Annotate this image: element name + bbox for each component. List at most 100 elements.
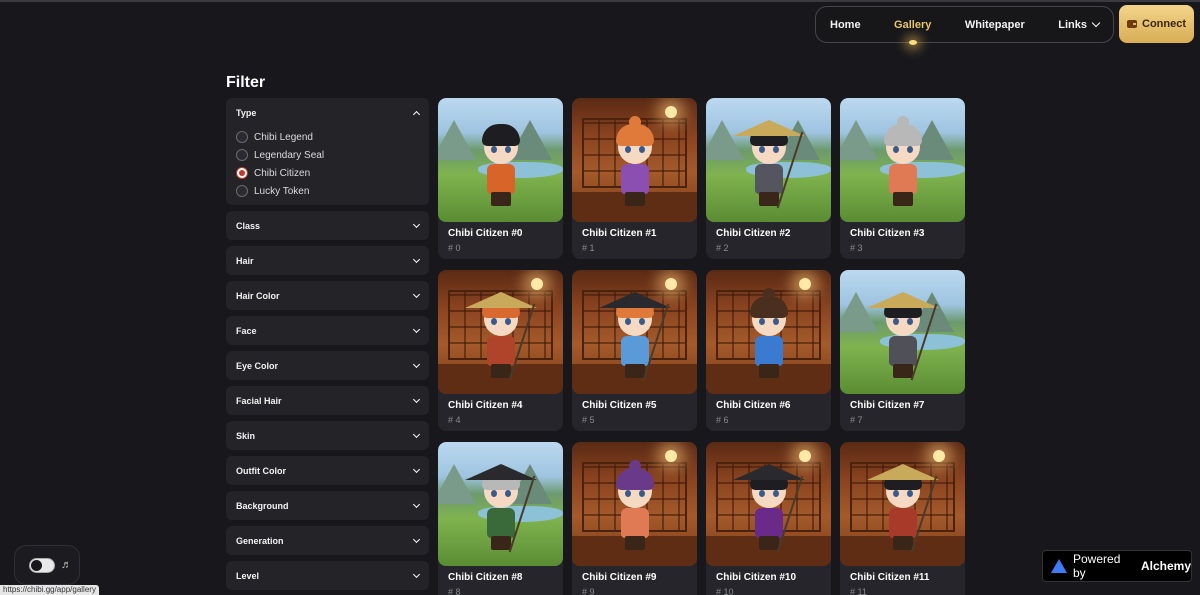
filter-section-header[interactable]: Eye Color bbox=[226, 351, 429, 380]
alchemy-brand: Alchemy bbox=[1140, 559, 1191, 573]
chevron-down-icon bbox=[412, 535, 421, 543]
powered-by-alchemy-badge[interactable]: Powered by Alchemy bbox=[1042, 550, 1192, 582]
card-number: # 7 bbox=[850, 415, 863, 425]
filter-panel: Class bbox=[226, 211, 429, 240]
nav-home[interactable]: Home bbox=[830, 19, 861, 31]
chevron-down-icon bbox=[412, 395, 421, 403]
card-title: Chibi Citizen #4 bbox=[448, 400, 523, 411]
filter-section-header[interactable]: Level bbox=[226, 561, 429, 590]
card-artwork bbox=[706, 442, 831, 566]
filter-section-label: Hair bbox=[236, 255, 254, 266]
chevron-down-icon bbox=[412, 570, 421, 578]
character-figure bbox=[613, 460, 657, 560]
filter-title: Filter bbox=[226, 74, 266, 91]
card-number: # 6 bbox=[716, 415, 729, 425]
filter-section-label: Eye Color bbox=[236, 360, 279, 371]
card-title: Chibi Citizen #10 bbox=[716, 572, 797, 583]
filter-panel: Face bbox=[226, 316, 429, 345]
card-title: Chibi Citizen #5 bbox=[582, 400, 657, 411]
card-title: Chibi Citizen #7 bbox=[850, 400, 925, 411]
gallery-card[interactable]: Chibi Citizen #7 # 7 bbox=[840, 270, 965, 431]
radio-icon[interactable] bbox=[236, 131, 248, 143]
card-number: # 11 bbox=[850, 587, 867, 595]
filter-type-header[interactable]: Type bbox=[226, 98, 429, 128]
gallery-card[interactable]: Chibi Citizen #9 # 9 bbox=[572, 442, 697, 595]
filter-section-label: Generation bbox=[236, 535, 284, 546]
gallery-card[interactable]: Chibi Citizen #5 # 5 bbox=[572, 270, 697, 431]
connect-button[interactable]: Connect bbox=[1119, 5, 1194, 43]
filter-section-label: Outfit Color bbox=[236, 465, 286, 476]
filter-section-header[interactable]: Facial Hair bbox=[226, 386, 429, 415]
nav-whitepaper-label: Whitepaper bbox=[964, 18, 1025, 31]
status-url: https://chibi.gg/app/gallery bbox=[0, 585, 99, 595]
type-option[interactable]: Lucky Token bbox=[226, 182, 429, 200]
chevron-down-icon bbox=[1091, 18, 1101, 28]
filter-panel: Eye Color bbox=[226, 351, 429, 380]
card-title: Chibi Citizen #9 bbox=[582, 572, 657, 583]
gallery-card[interactable]: Chibi Citizen #0 # 0 bbox=[438, 98, 563, 259]
filter-section-header[interactable]: Hair bbox=[226, 246, 429, 275]
character-figure bbox=[598, 292, 671, 388]
filter-type-panel: Type Chibi Legend Legendary Seal Chibi Cit… bbox=[226, 98, 429, 205]
gallery-card[interactable]: Chibi Citizen #11 # 11 bbox=[840, 442, 965, 595]
filter-section-label: Background bbox=[236, 500, 289, 511]
gallery-card[interactable]: Chibi Citizen #2 # 2 bbox=[706, 98, 831, 259]
card-artwork bbox=[438, 98, 563, 222]
type-option-label: Legendary Seal bbox=[254, 149, 325, 161]
alchemy-logo-icon bbox=[1051, 559, 1067, 573]
gallery-card[interactable]: Chibi Citizen #10 # 10 bbox=[706, 442, 831, 595]
type-options: Chibi Legend Legendary Seal Chibi Citizen L… bbox=[226, 128, 429, 200]
nav-whitepaper[interactable]: Whitepaper bbox=[965, 19, 1025, 31]
character-figure bbox=[866, 464, 939, 560]
filter-section-header[interactable]: Hair Color bbox=[226, 281, 429, 310]
nav-links[interactable]: Links bbox=[1058, 18, 1101, 31]
type-option[interactable]: Chibi Legend bbox=[226, 128, 429, 146]
character-figure bbox=[464, 464, 537, 560]
filter-section-header[interactable]: Skin bbox=[226, 421, 429, 450]
connect-label: Connect bbox=[1142, 18, 1186, 30]
filter-sections: Class Hair Hair Color Face Eye Color Facial H… bbox=[226, 211, 429, 590]
filter-panel: Skin bbox=[226, 421, 429, 450]
filter-panel: Outfit Color bbox=[226, 456, 429, 485]
filter-section-header[interactable]: Class bbox=[226, 211, 429, 240]
gallery-card[interactable]: Chibi Citizen #8 # 8 bbox=[438, 442, 563, 595]
type-option-label: Chibi Legend bbox=[254, 131, 313, 143]
filter-section-header[interactable]: Generation bbox=[226, 526, 429, 555]
card-artwork bbox=[706, 270, 831, 394]
nav-gallery[interactable]: Gallery bbox=[894, 19, 931, 31]
character-figure bbox=[747, 288, 791, 388]
filter-type-label: Type bbox=[236, 108, 257, 118]
card-artwork bbox=[572, 442, 697, 566]
character-figure bbox=[464, 292, 537, 388]
radio-icon[interactable] bbox=[236, 167, 248, 179]
radio-icon[interactable] bbox=[236, 149, 248, 161]
filter-section-label: Hair Color bbox=[236, 290, 280, 301]
card-number: # 8 bbox=[448, 587, 461, 595]
type-option[interactable]: Chibi Citizen bbox=[226, 164, 429, 182]
card-number: # 0 bbox=[448, 243, 461, 253]
gallery-card[interactable]: Chibi Citizen #6 # 6 bbox=[706, 270, 831, 431]
character-figure bbox=[479, 120, 523, 216]
radio-icon[interactable] bbox=[236, 185, 248, 197]
card-number: # 3 bbox=[850, 243, 863, 253]
chevron-down-icon bbox=[412, 255, 421, 263]
filter-section-header[interactable]: Outfit Color bbox=[226, 456, 429, 485]
gallery-card[interactable]: Chibi Citizen #1 # 1 bbox=[572, 98, 697, 259]
main-nav: Home Gallery Whitepaper Links bbox=[815, 6, 1114, 43]
top-border bbox=[0, 0, 1200, 2]
type-option[interactable]: Legendary Seal bbox=[226, 146, 429, 164]
chevron-down-icon bbox=[412, 465, 421, 473]
character-figure bbox=[732, 464, 805, 560]
card-number: # 1 bbox=[582, 243, 595, 253]
card-number: # 2 bbox=[716, 243, 729, 253]
filter-panel: Hair Color bbox=[226, 281, 429, 310]
filter-section-header[interactable]: Face bbox=[226, 316, 429, 345]
gallery-card[interactable]: Chibi Citizen #3 # 3 bbox=[840, 98, 965, 259]
character-figure bbox=[866, 292, 939, 388]
sound-toggle[interactable] bbox=[29, 557, 55, 573]
gallery-card[interactable]: Chibi Citizen #4 # 4 bbox=[438, 270, 563, 431]
filter-panel: Facial Hair bbox=[226, 386, 429, 415]
filter-section-header[interactable]: Background bbox=[226, 491, 429, 520]
powered-by-text: Powered by bbox=[1073, 552, 1121, 580]
card-number: # 5 bbox=[582, 415, 595, 425]
